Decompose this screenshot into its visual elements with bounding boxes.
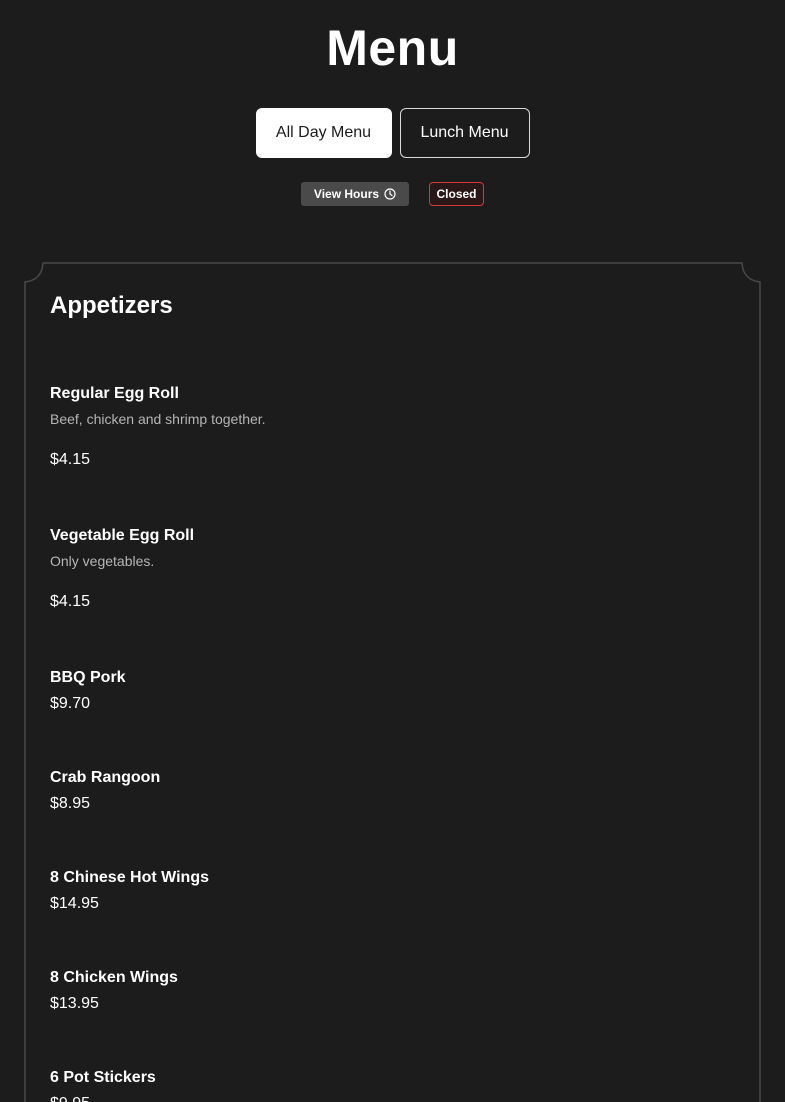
menu-item[interactable]: Crab Rangoon $8.95 (50, 767, 730, 815)
item-name: Vegetable Egg Roll (50, 527, 195, 544)
menu-tabs: All Day Menu Lunch Menu (0, 108, 785, 158)
tab-all-day-menu[interactable]: All Day Menu (255, 108, 392, 158)
menu-item[interactable]: Vegetable Egg Roll Only vegetables. $4.1… (50, 525, 730, 613)
view-hours-button[interactable]: View Hours (301, 182, 409, 206)
view-hours-label: View Hours (313, 187, 380, 201)
tab-lunch-menu[interactable]: Lunch Menu (399, 108, 530, 158)
item-price: $13.95 (50, 995, 99, 1012)
item-price: $9.95 (50, 1093, 730, 1102)
menu-item[interactable]: BBQ Pork $9.70 (50, 667, 730, 715)
menu-item[interactable]: Regular Egg Roll Beef, chicken and shrim… (50, 383, 730, 471)
item-price: $4.15 (50, 593, 91, 610)
item-name: 6 Pot Stickers (50, 1069, 156, 1086)
menu-item[interactable]: 8 Chinese Hot Wings $14.95 (50, 867, 730, 915)
item-description: Beef, chicken and shrimp together. (50, 411, 266, 427)
page-title: Menu (326, 20, 459, 76)
status-badge: Closed (429, 182, 484, 206)
item-name: Crab Rangoon (50, 769, 161, 786)
item-price: $8.95 (50, 795, 91, 812)
item-name: BBQ Pork (50, 669, 126, 686)
item-price: $9.70 (50, 695, 91, 712)
section-title: Appetizers (50, 292, 173, 319)
item-description: Only vegetables. (50, 553, 155, 569)
menu-page: Menu All Day Menu Lunch Menu View Hours … (0, 0, 785, 1102)
clock-icon (384, 188, 396, 200)
menu-item[interactable]: 6 Pot Stickers $9.95 (50, 1067, 730, 1102)
item-name: 8 Chicken Wings (50, 969, 178, 986)
item-price: $4.15 (50, 451, 91, 468)
status-row: View Hours Closed (0, 182, 785, 206)
item-name: 8 Chinese Hot Wings (50, 869, 209, 886)
item-name: Regular Egg Roll (50, 385, 179, 402)
item-price: $14.95 (50, 895, 99, 912)
menu-item[interactable]: 8 Chicken Wings $13.95 (50, 967, 730, 1015)
